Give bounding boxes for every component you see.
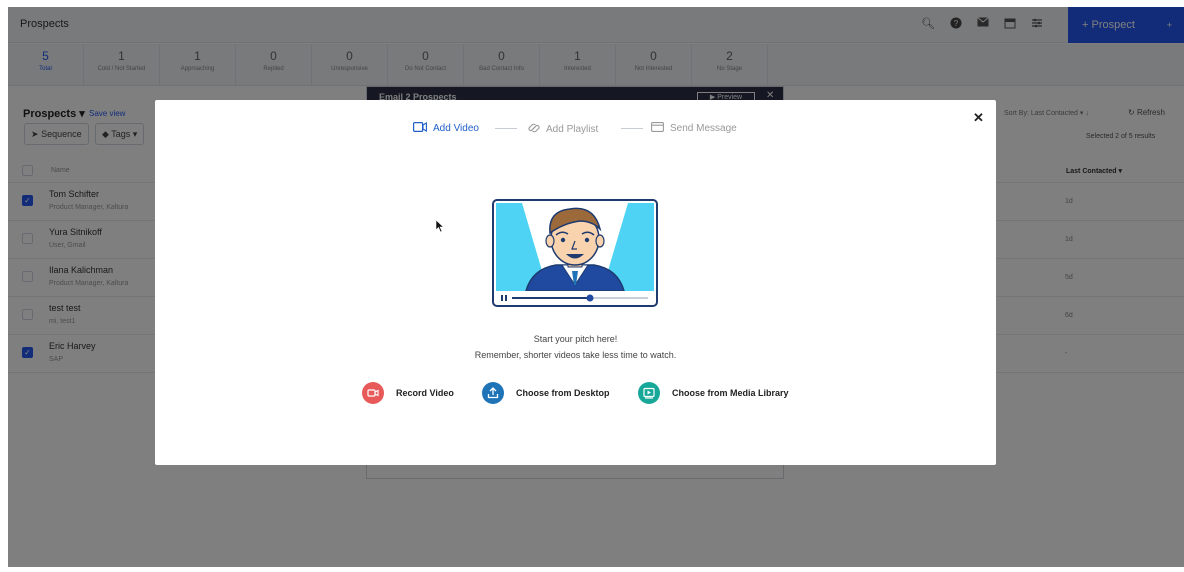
step-send-message[interactable]: Send Message bbox=[651, 122, 737, 135]
record-video-icon bbox=[362, 382, 384, 404]
step-label: Add Video bbox=[433, 123, 479, 135]
video-presenter-illustration bbox=[492, 199, 658, 307]
add-video-modal: ✕ Add Video Add Playlist Send Message St… bbox=[155, 100, 996, 465]
link-icon bbox=[528, 122, 540, 137]
step-add-playlist[interactable]: Add Playlist bbox=[528, 122, 598, 137]
close-icon[interactable]: ✕ bbox=[973, 110, 984, 126]
record-video-label: Record Video bbox=[396, 388, 454, 398]
step-divider bbox=[495, 128, 517, 129]
choose-from-desktop-label: Choose from Desktop bbox=[516, 388, 610, 398]
step-divider bbox=[621, 128, 643, 129]
step-label: Send Message bbox=[670, 123, 737, 135]
choose-from-media-library-label: Choose from Media Library bbox=[672, 388, 789, 398]
app-frame: Prospects 🔍︎ ? + Prospect + 5Total 1Cold… bbox=[8, 7, 1184, 567]
media-library-icon bbox=[638, 382, 660, 404]
pitch-headline: Start your pitch here! bbox=[533, 334, 618, 344]
step-add-video[interactable]: Add Video bbox=[413, 122, 479, 135]
mouse-cursor-icon bbox=[435, 219, 445, 233]
message-icon bbox=[651, 122, 664, 135]
step-label: Add Playlist bbox=[546, 124, 599, 136]
video-icon bbox=[413, 122, 427, 135]
upload-icon bbox=[482, 382, 504, 404]
pitch-subtext: Remember, shorter videos take less time … bbox=[474, 350, 677, 360]
